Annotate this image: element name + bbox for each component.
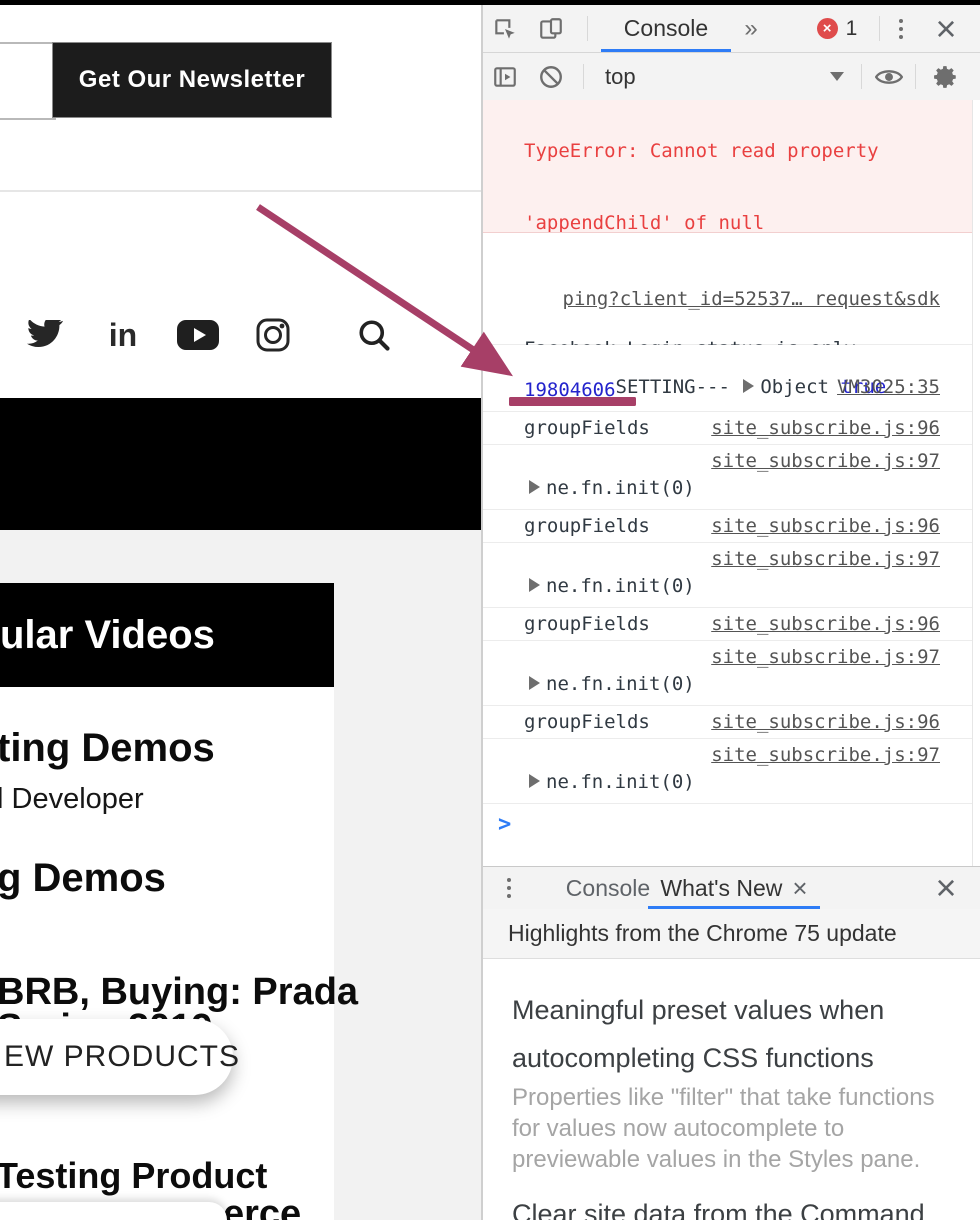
toolbar-divider: [879, 16, 880, 41]
toolbar-divider: [861, 64, 862, 89]
source-link[interactable]: site_subscribe.js:96: [711, 416, 940, 440]
active-tab-underline: [601, 49, 731, 52]
search-icon[interactable]: [352, 313, 396, 357]
drawer-close-icon[interactable]: ×: [928, 864, 964, 911]
error-line: TypeError: Cannot read property: [524, 139, 980, 163]
error-circle-icon: ×: [817, 18, 838, 39]
divider: [0, 190, 481, 192]
drawer-tab-whats-new[interactable]: What's New ×: [648, 867, 820, 909]
instagram-icon[interactable]: [251, 313, 295, 357]
tab-console[interactable]: Console: [601, 5, 731, 52]
whats-new-body: Properties like "filter" that take funct…: [512, 1082, 960, 1175]
console-row-groupfields: groupFields site_subscribe.js:96: [483, 608, 980, 641]
error-count-badge[interactable]: × 1: [805, 5, 869, 52]
youtube-icon[interactable]: [176, 313, 220, 357]
bottom-overlay-card: [0, 1202, 227, 1220]
video-title-1[interactable]: ting Demos: [0, 727, 215, 769]
linkedin-icon[interactable]: in: [101, 313, 145, 357]
video-subtitle-1: l Developer: [0, 783, 144, 816]
error-line: 'appendChild' of null: [524, 211, 980, 233]
source-link[interactable]: site_subscribe.js:96: [711, 612, 940, 636]
console-row-init: site_subscribe.js:97 ne.fn.init(0): [483, 445, 980, 510]
source-link[interactable]: site_subscribe.js:97: [711, 645, 940, 669]
website-panel: Get Our Newsletter in: [0, 5, 481, 1220]
twitter-icon[interactable]: [23, 313, 67, 357]
view-products-label: EW PRODUCTS: [4, 1040, 240, 1074]
console-row-init: site_subscribe.js:97 ne.fn.init(0): [483, 543, 980, 608]
console-error-message: TypeError: Cannot read property 'appendC…: [483, 100, 980, 233]
toolbar-divider: [587, 16, 588, 41]
devtools-panel: Console » × 1 ×: [483, 5, 980, 1220]
newsletter-email-input[interactable]: [0, 42, 56, 120]
console-row-init: site_subscribe.js:97 ne.fn.init(0): [483, 641, 980, 706]
popular-videos-header: ular Videos: [0, 583, 334, 687]
source-link[interactable]: site_subscribe.js:97: [711, 743, 940, 767]
tab-close-icon[interactable]: ×: [792, 873, 807, 904]
console-row-groupfields: groupFields site_subscribe.js:96: [483, 510, 980, 543]
console-row-groupfields: groupFields site_subscribe.js:96: [483, 412, 980, 445]
gear-icon[interactable]: [928, 53, 964, 100]
log-message: SETTING---: [616, 376, 742, 398]
whats-new-heading-2[interactable]: Clear site data from the Command: [512, 1199, 980, 1220]
whats-new-heading-line1[interactable]: Meaningful preset values when: [512, 995, 980, 1026]
source-link[interactable]: site_subscribe.js:96: [711, 514, 940, 538]
prompt-chevron: >: [498, 812, 511, 837]
video-title-4-line2: erce: [223, 1195, 301, 1220]
view-products-button[interactable]: EW PRODUCTS: [0, 1019, 233, 1095]
whats-new-heading-line2[interactable]: autocompleting CSS functions: [512, 1043, 980, 1074]
console-prompt-row[interactable]: >: [483, 804, 980, 850]
expand-triangle-icon[interactable]: [529, 480, 540, 494]
console-context-toolbar: top: [483, 53, 980, 101]
twitter-bird: [27, 320, 63, 350]
whats-new-header: Highlights from the Chrome 75 update: [483, 909, 980, 959]
source-link[interactable]: site_subscribe.js:97: [711, 449, 940, 473]
devtools-toolbar: Console » × 1 ×: [483, 5, 980, 53]
clear-console-icon[interactable]: [533, 53, 569, 100]
console-row-groupfields: groupFields site_subscribe.js:96: [483, 706, 980, 739]
screenshot-root: Get Our Newsletter in: [0, 0, 980, 1220]
context-dropdown[interactable]: top: [605, 53, 636, 100]
newsletter-button[interactable]: Get Our Newsletter: [52, 42, 332, 118]
inspect-element-icon[interactable]: [487, 5, 523, 52]
live-expression-eye-icon[interactable]: [871, 53, 907, 100]
drawer-tab-bar: Console What's New × ×: [483, 866, 980, 910]
console-row-setting: SETTING--- Object true VM3025:35 1980460…: [483, 345, 980, 412]
console-scrollbar-gutter[interactable]: [972, 100, 980, 866]
expand-triangle-icon[interactable]: [529, 578, 540, 592]
toolbar-divider: [915, 64, 916, 89]
whats-new-content: Meaningful preset values when autocomple…: [483, 959, 980, 1220]
kebab-menu-icon[interactable]: [883, 17, 919, 41]
drawer-tab-console[interactable]: Console: [553, 867, 663, 909]
console-row-facebook: ping?client_id=52537… request&sdk =joey:…: [483, 233, 980, 345]
drawer-kebab-menu-icon[interactable]: [491, 877, 527, 899]
expand-triangle-icon[interactable]: [529, 774, 540, 788]
device-toolbar-icon[interactable]: [533, 5, 569, 52]
video-title-2[interactable]: g Demos: [0, 857, 166, 899]
expand-triangle-icon[interactable]: [529, 676, 540, 690]
number-value: 19804606: [524, 378, 616, 402]
console-sidebar-icon[interactable]: [487, 53, 523, 100]
source-link[interactable]: site_subscribe.js:97: [711, 547, 940, 571]
close-devtools-icon[interactable]: ×: [928, 5, 964, 52]
more-tabs-icon[interactable]: »: [733, 5, 769, 52]
source-link[interactable]: site_subscribe.js:96: [711, 710, 940, 734]
video-title-4-line1[interactable]: Testing Product: [0, 1157, 267, 1195]
site-black-band: [0, 398, 481, 530]
console-row-init: site_subscribe.js:97 ne.fn.init(0): [483, 739, 980, 804]
chevron-down-icon[interactable]: [819, 53, 855, 100]
toolbar-divider: [583, 64, 584, 89]
